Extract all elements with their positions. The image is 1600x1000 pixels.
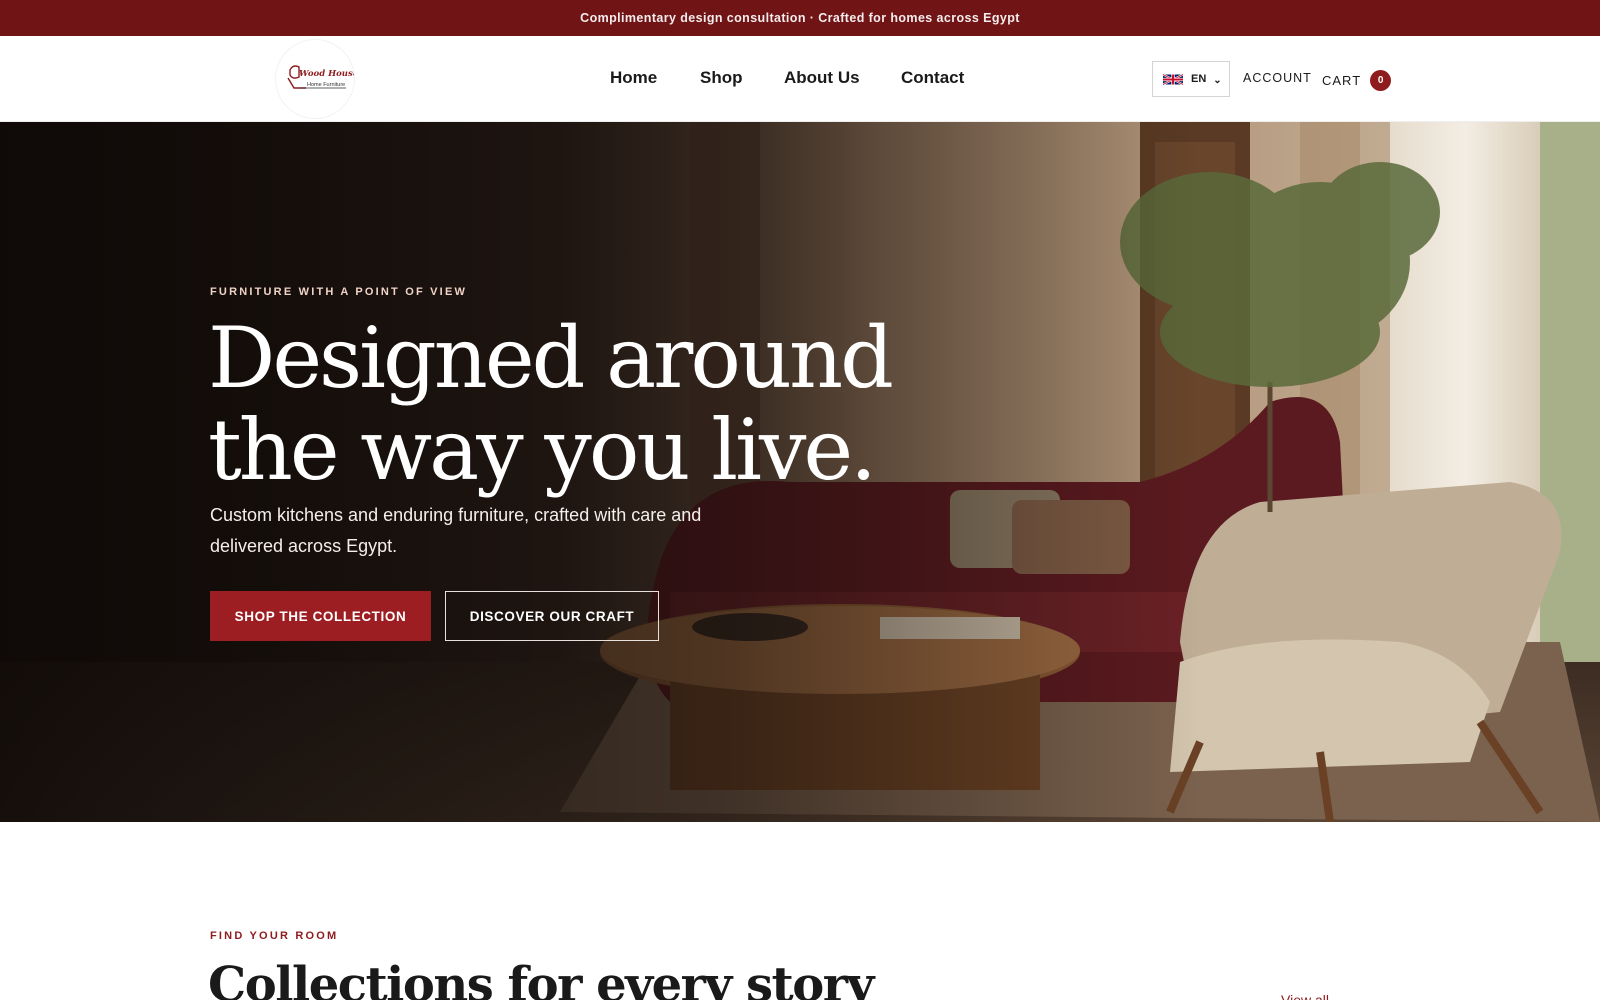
discover-craft-button[interactable]: DISCOVER OUR CRAFT [445,591,659,641]
announcement-text: Complimentary design consultation · Craf… [580,11,1020,25]
hero-title: Designed around the way you live. [208,312,928,496]
cart-label: CART [1322,73,1362,88]
hero-title-line1: Designed around [208,309,894,407]
shop-collection-button[interactable]: SHOP THE COLLECTION [210,591,431,641]
nav-about-us[interactable]: About Us [784,68,860,88]
nav-contact[interactable]: Contact [901,68,964,88]
collections-title: Collections for every story [208,957,874,1000]
language-selector[interactable]: EN ⌄ [1152,61,1230,97]
collections-eyebrow: FIND YOUR ROOM [210,930,339,942]
uk-flag-icon [1163,73,1183,85]
nav-home[interactable]: Home [610,68,657,88]
hero-section: FURNITURE WITH A POINT OF VIEW Designed … [0,122,1600,822]
chevron-down-icon: ⌄ [1213,75,1222,86]
account-link[interactable]: ACCOUNT [1243,71,1312,85]
site-header: Wood House Home Furniture Home Shop Abou… [0,36,1600,122]
hero-eyebrow: FURNITURE WITH A POINT OF VIEW [210,286,468,298]
hero-title-line2: the way you live. [208,401,877,499]
hero-subtitle: Custom kitchens and enduring furniture, … [210,505,702,556]
language-code: EN [1191,73,1207,85]
nav-shop[interactable]: Shop [700,68,743,88]
cart-link[interactable]: CART 0 [1322,70,1392,91]
view-all-link[interactable]: View all [1281,992,1329,1000]
announcement-bar: Complimentary design consultation · Craf… [0,0,1600,36]
cart-count-badge: 0 [1370,70,1392,91]
